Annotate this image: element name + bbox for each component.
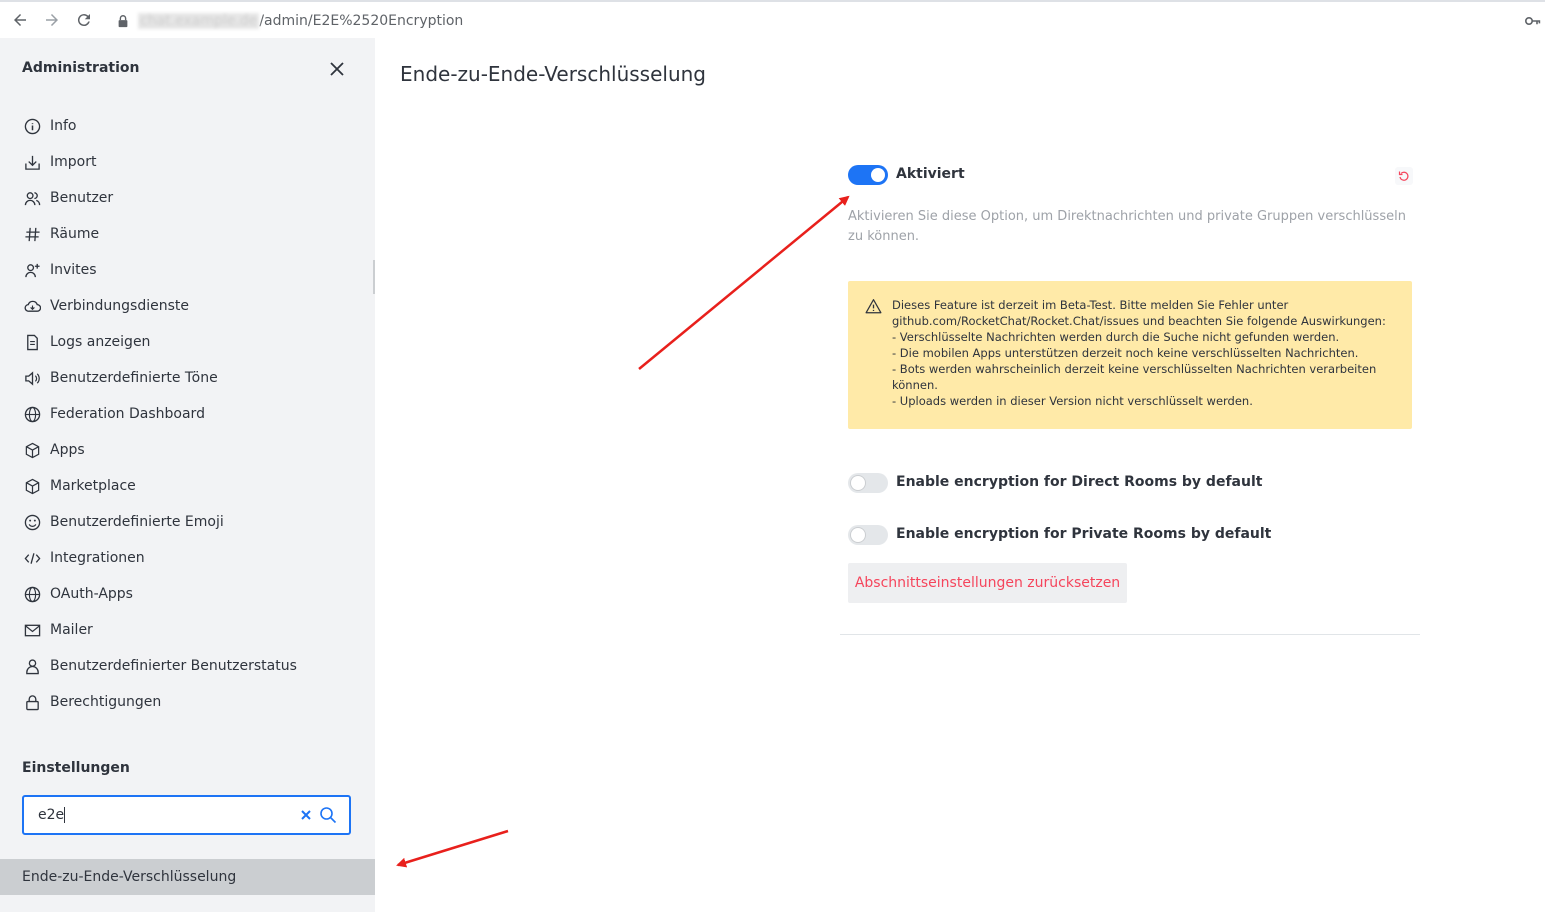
warning-line: können. xyxy=(892,378,938,392)
beta-warning-callout: Dieses Feature ist derzeit im Beta-Test.… xyxy=(848,281,1412,429)
warning-line: - Verschlüsselte Nachrichten werden durc… xyxy=(892,330,1340,344)
sidebar-item-label: Benutzer xyxy=(50,190,114,206)
sidebar-item-invites[interactable]: Invites xyxy=(0,252,375,288)
cloud-icon xyxy=(23,297,41,315)
sidebar-item-users[interactable]: Benutzer xyxy=(0,180,375,216)
forward-button[interactable] xyxy=(36,4,68,36)
undo-icon xyxy=(1398,171,1409,181)
info-circle-icon xyxy=(23,117,41,135)
lock-icon xyxy=(118,15,128,28)
warning-line: Dieses Feature ist derzeit im Beta-Test.… xyxy=(892,298,1289,312)
settings-section-title: Einstellungen xyxy=(22,760,130,776)
search-icon[interactable] xyxy=(319,806,337,824)
main-content: Ende-zu-Ende-Verschlüsselung Aktiviert A… xyxy=(375,38,1545,912)
sidebar-item-label: Import xyxy=(50,154,97,170)
sidebar-item-label: Verbindungsdienste xyxy=(50,298,189,314)
url-path: /admin/E2E%2520Encryption xyxy=(259,13,464,29)
import-icon xyxy=(23,153,41,171)
sidebar-item-label: OAuth-Apps xyxy=(50,586,133,602)
warning-line: - Die mobilen Apps unterstützen derzeit … xyxy=(892,346,1359,360)
sidebar-item-label: Federation Dashboard xyxy=(50,406,205,422)
clear-icon[interactable] xyxy=(299,808,313,822)
private-rooms-label: Enable encryption for Private Rooms by d… xyxy=(896,526,1272,542)
arrow-left-icon xyxy=(14,14,26,26)
browser-toolbar: chat.example.de/admin/E2E%2520Encryption xyxy=(0,0,1545,38)
code-icon xyxy=(23,549,41,567)
admin-sidebar: Administration Info Import Benutzer Räum… xyxy=(0,38,375,912)
sidebar-item-permissions[interactable]: Berechtigungen xyxy=(0,684,375,720)
reset-section-button[interactable]: Abschnittseinstellungen zurücksetzen xyxy=(848,563,1127,603)
section-divider xyxy=(840,634,1420,635)
private-rooms-toggle[interactable] xyxy=(848,525,888,545)
user-plus-icon xyxy=(23,261,41,279)
url-host: chat.example.de xyxy=(138,13,260,29)
globe-icon xyxy=(23,405,41,423)
sidebar-item-info[interactable]: Info xyxy=(0,108,375,144)
toggle-knob xyxy=(871,168,885,182)
sidebar-item-label: Info xyxy=(50,118,77,134)
sidebar-item-custom-sounds[interactable]: Benutzerdefinierte Töne xyxy=(0,360,375,396)
warning-line: - Bots werden wahrscheinlich derzeit kei… xyxy=(892,362,1377,376)
cube-icon xyxy=(23,441,41,459)
sidebar-item-label: Apps xyxy=(50,442,85,458)
sidebar-item-rooms[interactable]: Räume xyxy=(0,216,375,252)
sidebar-item-label: Benutzerdefinierte Emoji xyxy=(50,514,224,530)
speaker-icon xyxy=(23,369,41,387)
settings-search-result[interactable]: Ende-zu-Ende-Verschlüsselung xyxy=(0,859,375,895)
enabled-hint: Aktivieren Sie diese Option, um Direktna… xyxy=(848,209,1406,244)
sidebar-item-label: Integrationen xyxy=(50,550,145,566)
emoji-icon xyxy=(23,513,41,531)
sidebar-item-mailer[interactable]: Mailer xyxy=(0,612,375,648)
sidebar-item-label: Benutzerdefinierter Benutzerstatus xyxy=(50,658,297,674)
enabled-toggle[interactable] xyxy=(848,165,888,185)
sidebar-item-custom-user-status[interactable]: Benutzerdefinierter Benutzerstatus xyxy=(0,648,375,684)
sidebar-item-import[interactable]: Import xyxy=(0,144,375,180)
sidebar-item-apps[interactable]: Apps xyxy=(0,432,375,468)
reset-setting-button[interactable] xyxy=(1395,167,1413,185)
sidebar-item-label: Berechtigungen xyxy=(50,694,162,710)
sidebar-nav: Info Import Benutzer Räume Invites Verbi… xyxy=(0,108,375,720)
users-icon xyxy=(23,189,41,207)
page-title: Ende-zu-Ende-Verschlüsselung xyxy=(400,62,707,86)
sidebar-item-label: Räume xyxy=(50,226,100,242)
enabled-label: Aktiviert xyxy=(896,166,965,182)
mail-icon xyxy=(23,621,41,639)
sidebar-item-label: Logs anzeigen xyxy=(50,334,151,350)
direct-rooms-label: Enable encryption for Direct Rooms by de… xyxy=(896,474,1263,490)
cube-icon xyxy=(23,477,41,495)
warning-line: github.com/RocketChat/Rocket.Chat/issues… xyxy=(892,314,1386,328)
warning-icon xyxy=(865,299,882,314)
sidebar-item-label: Benutzerdefinierte Töne xyxy=(50,370,218,386)
direct-rooms-toggle[interactable] xyxy=(848,473,888,493)
address-bar[interactable]: chat.example.de/admin/E2E%2520Encryption xyxy=(106,7,1532,35)
sidebar-item-custom-emoji[interactable]: Benutzerdefinierte Emoji xyxy=(0,504,375,540)
sidebar-item-label: Invites xyxy=(50,262,97,278)
sidebar-title: Administration xyxy=(22,60,140,76)
globe-icon xyxy=(23,585,41,603)
settings-search-input[interactable]: e2e xyxy=(22,795,351,835)
sidebar-item-logs[interactable]: Logs anzeigen xyxy=(0,324,375,360)
sidebar-item-federation-dashboard[interactable]: Federation Dashboard xyxy=(0,396,375,432)
key-icon[interactable] xyxy=(1525,14,1541,28)
hashtag-icon xyxy=(23,225,41,243)
arrow-right-icon xyxy=(46,14,58,26)
sidebar-item-oauth-apps[interactable]: OAuth-Apps xyxy=(0,576,375,612)
sidebar-item-integrations[interactable]: Integrationen xyxy=(0,540,375,576)
reload-icon xyxy=(77,14,90,27)
toggle-knob xyxy=(851,528,865,542)
user-icon xyxy=(23,657,41,675)
back-button[interactable] xyxy=(4,4,36,36)
lock-icon xyxy=(23,693,41,711)
sidebar-item-marketplace[interactable]: Marketplace xyxy=(0,468,375,504)
sidebar-item-label: Mailer xyxy=(50,622,93,638)
search-value: e2e xyxy=(38,807,65,823)
text-caret xyxy=(64,807,66,823)
sidebar-item-label: Marketplace xyxy=(50,478,136,494)
toggle-knob xyxy=(851,476,865,490)
reload-button[interactable] xyxy=(68,4,100,36)
sidebar-item-connectivity[interactable]: Verbindungsdienste xyxy=(0,288,375,324)
warning-line: - Uploads werden in dieser Version nicht… xyxy=(892,394,1253,408)
close-icon[interactable] xyxy=(328,60,346,78)
document-icon xyxy=(23,333,41,351)
